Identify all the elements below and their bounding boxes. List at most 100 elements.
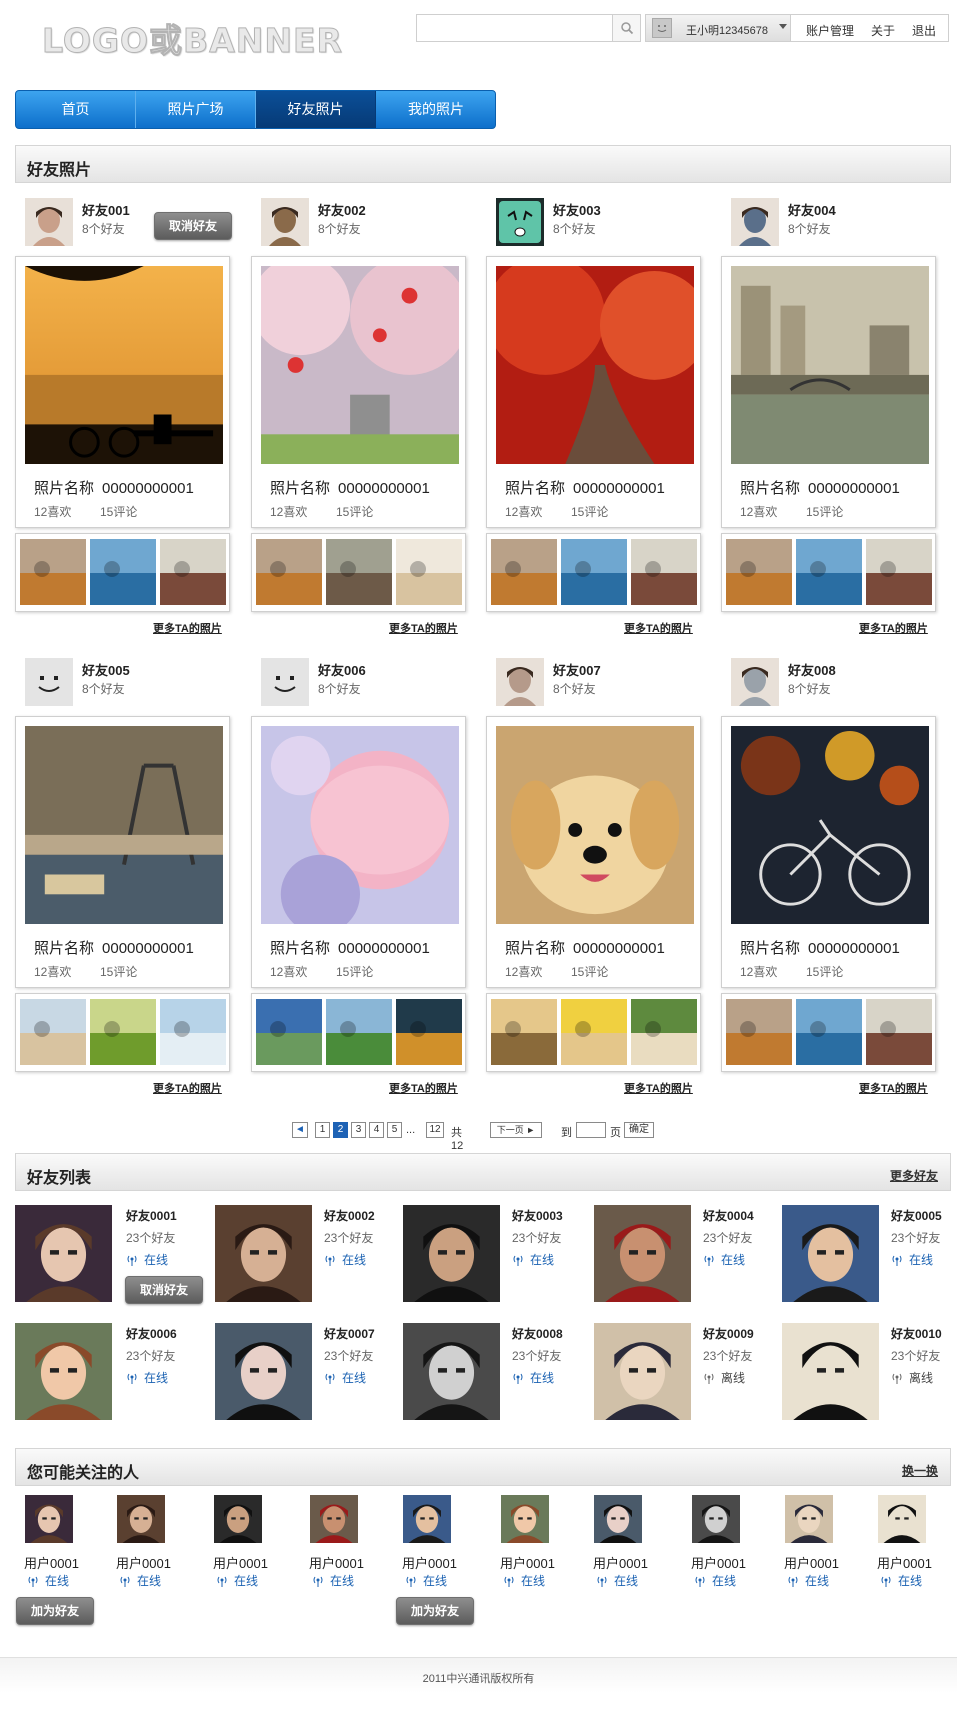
photo-thumbnail[interactable] <box>90 999 156 1065</box>
tab-photo-square[interactable]: 照片广场 <box>136 91 256 128</box>
friend-list-name[interactable]: 好友0007 <box>324 1325 375 1342</box>
photo-thumbnail[interactable] <box>20 999 86 1065</box>
photo-thumbnail[interactable] <box>866 999 932 1065</box>
refresh-link[interactable]: 换一换 <box>902 1462 938 1479</box>
friend-list-avatar[interactable] <box>215 1205 312 1302</box>
photo-thumbnail[interactable] <box>561 539 627 605</box>
photo-thumbnail[interactable] <box>561 999 627 1065</box>
more-friends-link[interactable]: 更多好友 <box>890 1167 938 1184</box>
friend-list-avatar[interactable] <box>403 1205 500 1302</box>
friend-list-avatar[interactable] <box>594 1205 691 1302</box>
recommend-name[interactable]: 用户0001 <box>500 1553 555 1572</box>
photo-thumbnail[interactable] <box>20 539 86 605</box>
photo-card[interactable]: 照片名称 00000000001 12喜欢 15评论 <box>15 716 230 988</box>
friend-avatar[interactable] <box>496 198 544 246</box>
photo-thumbnail[interactable] <box>796 999 862 1065</box>
tab-friend-photos[interactable]: 好友照片 <box>256 91 376 128</box>
recommend-name[interactable]: 用户0001 <box>784 1553 839 1572</box>
recommend-avatar[interactable] <box>594 1495 642 1543</box>
next-page-button[interactable]: 下一页 ► <box>490 1122 542 1138</box>
friend-list-name[interactable]: 好友0001 <box>126 1207 177 1224</box>
photo-thumbnail[interactable] <box>866 539 932 605</box>
more-photos-link[interactable]: 更多TA的照片 <box>389 620 458 636</box>
photo-thumbnail[interactable] <box>491 999 557 1065</box>
more-photos-link[interactable]: 更多TA的照片 <box>389 1080 458 1096</box>
friend-list-name[interactable]: 好友0005 <box>891 1207 942 1224</box>
friend-name[interactable]: 好友008 <box>788 660 836 679</box>
friend-name[interactable]: 好友006 <box>318 660 366 679</box>
photo-thumbnail[interactable] <box>326 999 392 1065</box>
account-link[interactable]: 账户管理 <box>806 22 854 39</box>
photo-thumbnail[interactable] <box>631 539 697 605</box>
page-1-button[interactable]: 1 <box>315 1122 330 1138</box>
recommend-name[interactable]: 用户0001 <box>24 1553 79 1572</box>
photo-image[interactable] <box>261 266 459 464</box>
friend-name[interactable]: 好友003 <box>553 200 601 219</box>
unfriend-button[interactable]: 取消好友 <box>125 1276 203 1304</box>
photo-thumbnail[interactable] <box>90 539 156 605</box>
recommend-name[interactable]: 用户0001 <box>309 1553 364 1572</box>
recommend-name[interactable]: 用户0001 <box>402 1553 457 1572</box>
friend-avatar[interactable] <box>25 198 73 246</box>
photo-image[interactable] <box>25 726 223 924</box>
recommend-avatar[interactable] <box>692 1495 740 1543</box>
page-2-button[interactable]: 2 <box>333 1122 348 1138</box>
friend-list-name[interactable]: 好友0002 <box>324 1207 375 1224</box>
search-input[interactable] <box>417 15 611 41</box>
recommend-avatar[interactable] <box>403 1495 451 1543</box>
friend-name[interactable]: 好友007 <box>553 660 601 679</box>
friend-list-avatar[interactable] <box>594 1323 691 1420</box>
user-dropdown[interactable]: 王小明12345678 <box>646 15 791 41</box>
friend-name[interactable]: 好友001 <box>82 200 130 219</box>
photo-thumbnail[interactable] <box>491 539 557 605</box>
tab-home[interactable]: 首页 <box>16 91 136 128</box>
photo-image[interactable] <box>731 726 929 924</box>
photo-image[interactable] <box>261 726 459 924</box>
recommend-avatar[interactable] <box>501 1495 549 1543</box>
photo-card[interactable]: 照片名称 00000000001 12喜欢 15评论 <box>251 256 466 528</box>
friend-list-avatar[interactable] <box>782 1205 879 1302</box>
friend-avatar[interactable] <box>25 658 73 706</box>
photo-thumbnail[interactable] <box>396 999 462 1065</box>
friend-list-avatar[interactable] <box>782 1323 879 1420</box>
page-5-button[interactable]: 5 <box>387 1122 402 1138</box>
photo-card[interactable]: 照片名称 00000000001 12喜欢 15评论 <box>486 256 701 528</box>
photo-thumbnail[interactable] <box>726 999 792 1065</box>
recommend-name[interactable]: 用户0001 <box>691 1553 746 1572</box>
friend-list-name[interactable]: 好友0008 <box>512 1325 563 1342</box>
friend-list-avatar[interactable] <box>215 1323 312 1420</box>
photo-image[interactable] <box>496 266 694 464</box>
friend-list-avatar[interactable] <box>15 1323 112 1420</box>
friend-list-avatar[interactable] <box>15 1205 112 1302</box>
photo-card[interactable]: 照片名称 00000000001 12喜欢 15评论 <box>721 256 936 528</box>
more-photos-link[interactable]: 更多TA的照片 <box>859 620 928 636</box>
friend-list-name[interactable]: 好友0004 <box>703 1207 754 1224</box>
recommend-avatar[interactable] <box>785 1495 833 1543</box>
photo-image[interactable] <box>25 266 223 464</box>
friend-avatar[interactable] <box>496 658 544 706</box>
photo-thumbnail[interactable] <box>631 999 697 1065</box>
more-photos-link[interactable]: 更多TA的照片 <box>153 620 222 636</box>
prev-page-button[interactable]: ◄ <box>292 1122 308 1138</box>
photo-image[interactable] <box>496 726 694 924</box>
photo-image[interactable] <box>731 266 929 464</box>
photo-thumbnail[interactable] <box>726 539 792 605</box>
friend-list-avatar[interactable] <box>403 1323 500 1420</box>
photo-card[interactable]: 照片名称 00000000001 12喜欢 15评论 <box>251 716 466 988</box>
unfriend-button[interactable]: 取消好友 <box>154 212 232 240</box>
recommend-name[interactable]: 用户0001 <box>213 1553 268 1572</box>
photo-thumbnail[interactable] <box>326 539 392 605</box>
more-photos-link[interactable]: 更多TA的照片 <box>153 1080 222 1096</box>
page-4-button[interactable]: 4 <box>369 1122 384 1138</box>
recommend-name[interactable]: 用户0001 <box>116 1553 171 1572</box>
friend-list-name[interactable]: 好友0010 <box>891 1325 942 1342</box>
goto-confirm-button[interactable]: 确定 <box>624 1122 654 1138</box>
friend-avatar[interactable] <box>731 658 779 706</box>
friend-name[interactable]: 好友002 <box>318 200 366 219</box>
friend-list-name[interactable]: 好友0009 <box>703 1325 754 1342</box>
friend-list-name[interactable]: 好友0006 <box>126 1325 177 1342</box>
logout-link[interactable]: 退出 <box>912 22 936 39</box>
photo-thumbnail[interactable] <box>160 539 226 605</box>
friend-avatar[interactable] <box>731 198 779 246</box>
friend-list-name[interactable]: 好友0003 <box>512 1207 563 1224</box>
